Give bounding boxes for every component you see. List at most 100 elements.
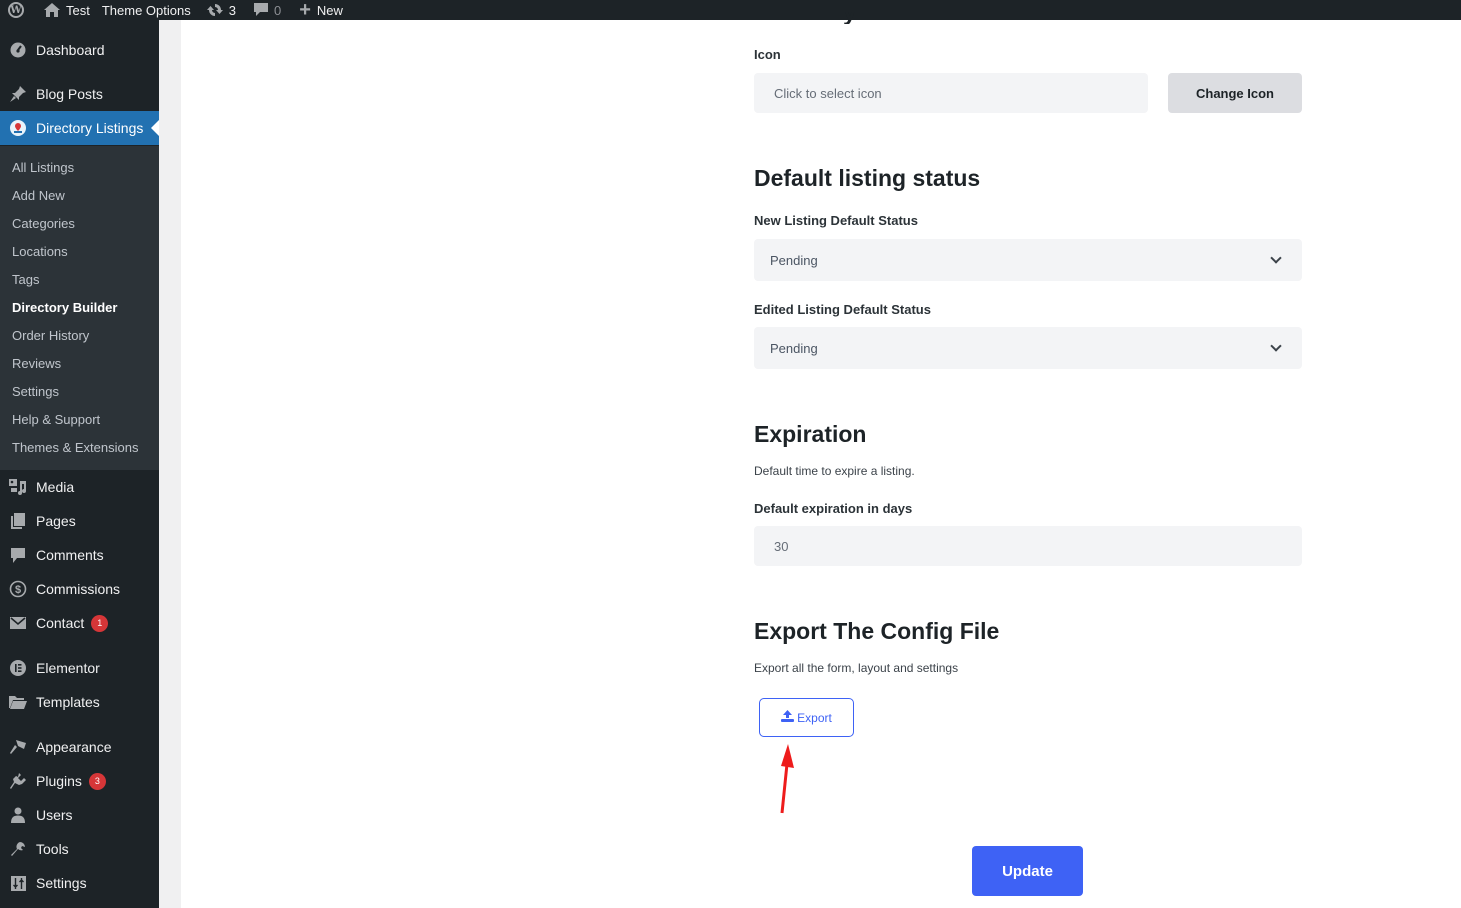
annotation-arrow xyxy=(780,744,794,814)
menu-users[interactable]: Users xyxy=(0,798,159,832)
mail-icon xyxy=(0,617,36,629)
menu-label: Contact xyxy=(36,615,85,631)
menu-comments[interactable]: Comments xyxy=(0,538,159,572)
export-button[interactable]: Export xyxy=(759,698,854,737)
menu-label: Comments xyxy=(36,547,104,563)
menu-label: Pages xyxy=(36,513,76,529)
contact-count-badge: 1 xyxy=(91,614,109,632)
submenu-help-support[interactable]: Help & Support xyxy=(12,412,100,427)
menu-dashboard[interactable]: Dashboard xyxy=(0,33,159,67)
update-button[interactable]: Update xyxy=(972,846,1083,896)
new-listing-status-label: New Listing Default Status xyxy=(754,213,918,228)
submenu-settings[interactable]: Settings xyxy=(12,384,59,399)
brush-icon xyxy=(0,739,36,755)
media-icon xyxy=(0,479,36,495)
menu-label: Settings xyxy=(36,875,87,891)
submenu-order-history[interactable]: Order History xyxy=(12,328,89,343)
dashboard-icon xyxy=(0,42,36,58)
submenu-tags[interactable]: Tags xyxy=(12,272,39,287)
default-status-title: Default listing status xyxy=(754,165,981,191)
wrench-icon xyxy=(0,841,36,857)
wp-logo-menu[interactable]: W xyxy=(0,0,30,20)
menu-tools[interactable]: Tools xyxy=(0,832,159,866)
change-icon-button[interactable]: Change Icon xyxy=(1168,73,1302,113)
menu-appearance[interactable]: Appearance xyxy=(0,730,159,764)
menu-plugins[interactable]: Plugins 3 xyxy=(0,764,159,798)
menu-label: Dashboard xyxy=(36,42,105,58)
menu-label: Blog Posts xyxy=(36,86,103,102)
updates-count: 3 xyxy=(228,2,236,18)
menu-settings[interactable]: Settings xyxy=(0,866,159,900)
updates-icon xyxy=(206,2,223,18)
selected-value: Pending xyxy=(770,340,818,356)
icon-select-input[interactable]: Click to select icon xyxy=(754,73,1148,113)
edited-listing-status-label: Edited Listing Default Status xyxy=(754,302,931,317)
menu-label: Directory Listings xyxy=(36,120,144,136)
plugin-icon xyxy=(0,772,36,790)
home-icon xyxy=(44,3,60,17)
directory-submenu: All Listings Add New Categories Location… xyxy=(0,146,159,470)
expiration-days-label: Default expiration in days xyxy=(754,501,913,516)
dollar-icon: $ xyxy=(0,580,36,598)
admin-bar: W Test Theme Options 3 0 + New xyxy=(0,0,1461,21)
menu-contact[interactable]: Contact 1 xyxy=(0,606,159,640)
submenu-add-new[interactable]: Add New xyxy=(12,188,65,203)
updates-link[interactable]: 3 xyxy=(197,0,242,20)
submenu-all-listings[interactable]: All Listings xyxy=(12,160,74,175)
export-config-title: Export The Config File xyxy=(754,618,1000,644)
plugins-update-badge: 3 xyxy=(88,772,106,790)
pages-icon xyxy=(0,513,36,529)
submenu-categories[interactable]: Categories xyxy=(12,216,75,231)
menu-elementor[interactable]: Elementor xyxy=(0,651,159,685)
comments-count: 0 xyxy=(273,2,282,18)
menu-directory-listings[interactable]: Directory Listings xyxy=(0,111,159,145)
folder-icon xyxy=(0,695,36,709)
new-content-link[interactable]: + New xyxy=(287,0,349,21)
theme-options-label: Theme Options xyxy=(101,2,191,18)
comments-link[interactable]: 0 xyxy=(242,0,287,20)
admin-sidebar: Dashboard Blog Posts Directory Listings … xyxy=(0,20,159,908)
menu-label: Appearance xyxy=(36,739,112,755)
menu-label: Elementor xyxy=(36,660,100,676)
arrow-head xyxy=(781,744,794,768)
menu-media[interactable]: Media xyxy=(0,470,159,504)
menu-label: Users xyxy=(36,807,73,823)
map-marker-icon xyxy=(0,120,36,136)
theme-options-link[interactable]: Theme Options xyxy=(96,0,197,20)
new-label: New xyxy=(316,2,343,18)
menu-blog-posts[interactable]: Blog Posts xyxy=(0,77,159,111)
icon-field-label: Icon xyxy=(754,47,781,62)
arrow-shaft xyxy=(780,763,789,814)
plus-icon: + xyxy=(299,0,311,21)
edited-listing-status-select[interactable]: Pending xyxy=(754,327,1302,369)
menu-templates[interactable]: Templates xyxy=(0,685,159,719)
expiration-description: Default time to expire a listing. xyxy=(754,464,915,478)
cropped-heading: y xyxy=(843,12,863,24)
chevron-down-icon xyxy=(1270,340,1282,352)
submenu-reviews[interactable]: Reviews xyxy=(12,356,61,371)
submenu-locations[interactable]: Locations xyxy=(12,244,68,259)
expiration-title: Expiration xyxy=(754,421,867,447)
comment-bubble-icon xyxy=(253,3,268,17)
site-name-link[interactable]: Test xyxy=(30,0,96,20)
expiration-days-input[interactable]: 30 xyxy=(754,526,1302,566)
chevron-down-icon xyxy=(1270,252,1282,264)
main-content: y Icon Click to select icon Change Icon … xyxy=(181,12,1461,908)
site-name: Test xyxy=(66,2,90,18)
submenu-themes-extensions[interactable]: Themes & Extensions xyxy=(12,440,138,455)
selected-value: Pending xyxy=(770,252,818,268)
svg-text:$: $ xyxy=(15,584,21,596)
export-label: Export xyxy=(797,710,832,725)
menu-label: Plugins xyxy=(36,773,82,789)
menu-label: Templates xyxy=(36,694,100,710)
menu-commissions[interactable]: $ Commissions xyxy=(0,572,159,606)
new-listing-status-select[interactable]: Pending xyxy=(754,239,1302,281)
menu-pages[interactable]: Pages xyxy=(0,504,159,538)
content-gutter xyxy=(159,20,181,908)
submenu-directory-builder[interactable]: Directory Builder xyxy=(12,300,117,315)
menu-label: Commissions xyxy=(36,581,121,597)
menu-label: Tools xyxy=(36,841,69,857)
elementor-icon xyxy=(0,659,36,677)
upload-icon xyxy=(781,710,795,725)
pin-icon xyxy=(0,85,36,103)
